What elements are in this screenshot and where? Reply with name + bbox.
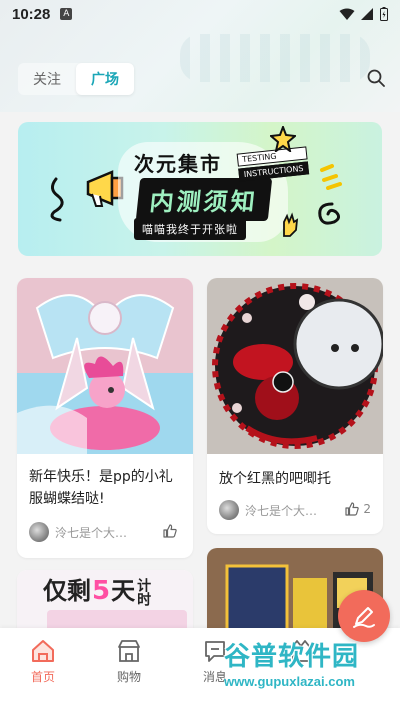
pen-icon: [353, 607, 375, 628]
create-post-button[interactable]: [338, 590, 390, 642]
watermark-url: www.gupuxlazai.com: [224, 674, 355, 689]
like-count: 2: [363, 502, 371, 516]
author-name: 泠七是个大…: [245, 503, 318, 518]
arrow-doodle-icon: [50, 177, 64, 222]
author-name: 泠七是个大…: [55, 525, 128, 540]
home-icon: [32, 640, 54, 662]
post-image[interactable]: [207, 278, 383, 454]
thumbs-up-icon: [163, 524, 177, 538]
header-decoration: [180, 34, 370, 82]
star-icon: [270, 126, 296, 152]
nav-home-label: 首页: [30, 670, 55, 684]
spiral-icon: [318, 202, 341, 225]
watermark: 谷普软件园 www.gupuxlazai.com: [224, 636, 396, 706]
shop-icon: [118, 640, 140, 662]
post-title: 放个红黑的吧唧托: [219, 471, 331, 487]
promo-banner[interactable]: 次元集市 内测须知 喵喵我终于开张啦 TESTING INSTRUCTIONS: [18, 122, 382, 256]
status-icons: [339, 7, 388, 21]
like-button[interactable]: [163, 524, 181, 538]
watermark-title: 谷普软件园: [224, 642, 360, 672]
signal-icon: [361, 7, 373, 20]
battery-icon: [380, 7, 388, 21]
countdown-prefix: 仅剩: [43, 577, 91, 605]
wifi-icon: [339, 8, 355, 20]
sparkle-icon: [320, 164, 342, 190]
countdown-text: 仅剩 5 天 计时: [43, 572, 152, 606]
search-icon[interactable]: [366, 68, 386, 88]
post-image[interactable]: [17, 278, 193, 454]
hand-icon: [283, 212, 299, 237]
post-card[interactable]: 放个红黑的吧唧托 泠七是个大… 2: [207, 278, 383, 534]
post-title: 新年快乐！是pp的小礼服蝴蝶结哒!: [29, 469, 173, 507]
tab-follow[interactable]: 关注: [18, 63, 76, 95]
banner-title: 次元集市: [134, 152, 222, 176]
status-bar: 10:28 A: [0, 0, 400, 28]
avatar[interactable]: [219, 500, 239, 520]
post-author[interactable]: 泠七是个大…: [29, 522, 127, 542]
nav-shop-label: 购物: [116, 670, 141, 684]
avatar[interactable]: [29, 522, 49, 542]
countdown-number: 5: [92, 576, 111, 606]
banner-headline: 内测须知: [135, 178, 273, 221]
thumbs-up-icon: [345, 502, 360, 516]
nav-shop[interactable]: 购物: [86, 638, 172, 711]
feed-tabs: 关注 广场: [18, 63, 134, 95]
post-author[interactable]: 泠七是个大…: [219, 500, 317, 520]
countdown-suffix: 计时: [135, 578, 152, 606]
nav-home[interactable]: 首页: [0, 638, 86, 711]
like-button[interactable]: 2: [345, 502, 371, 516]
countdown-unit: 天: [111, 577, 136, 605]
banner-topline: [18, 122, 382, 136]
tab-square[interactable]: 广场: [76, 63, 134, 95]
status-time: 10:28: [12, 5, 51, 23]
notification-icon: A: [60, 8, 73, 20]
banner-subtitle: 喵喵我终于开张啦: [134, 218, 246, 240]
post-card[interactable]: 新年快乐！是pp的小礼服蝴蝶结哒! 泠七是个大…: [17, 278, 193, 558]
